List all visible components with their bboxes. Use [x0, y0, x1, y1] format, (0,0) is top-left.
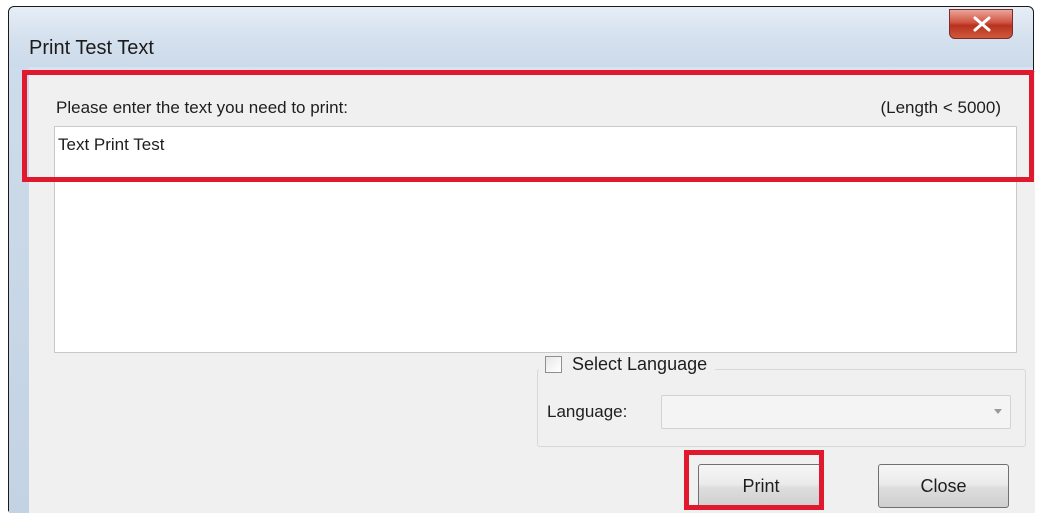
window-close-button[interactable]	[949, 9, 1013, 39]
length-limit-label: (Length < 5000)	[880, 98, 1001, 117]
close-icon	[973, 16, 991, 32]
title-bar: Print Test Text	[9, 7, 1033, 67]
dialog-title: Print Test Text	[29, 37, 154, 59]
print-button[interactable]: Print	[698, 464, 824, 508]
text-prompt-label: Please enter the text you need to print:	[56, 98, 349, 117]
close-button[interactable]: Close	[878, 464, 1009, 508]
language-label: Language:	[547, 402, 628, 421]
print-test-text-dialog: Print Test Text Please enter the text yo…	[8, 6, 1035, 513]
window-frame-left	[9, 67, 29, 513]
dialog-client-area: Please enter the text you need to print:…	[29, 71, 1035, 513]
language-dropdown[interactable]	[661, 395, 1011, 429]
select-language-checkbox[interactable]	[545, 356, 562, 373]
select-language-legend: Select Language	[539, 354, 716, 375]
print-text-input[interactable]: Text Print Test	[54, 126, 1017, 353]
chevron-down-icon	[994, 409, 1002, 414]
select-language-label: Select Language	[572, 354, 708, 374]
